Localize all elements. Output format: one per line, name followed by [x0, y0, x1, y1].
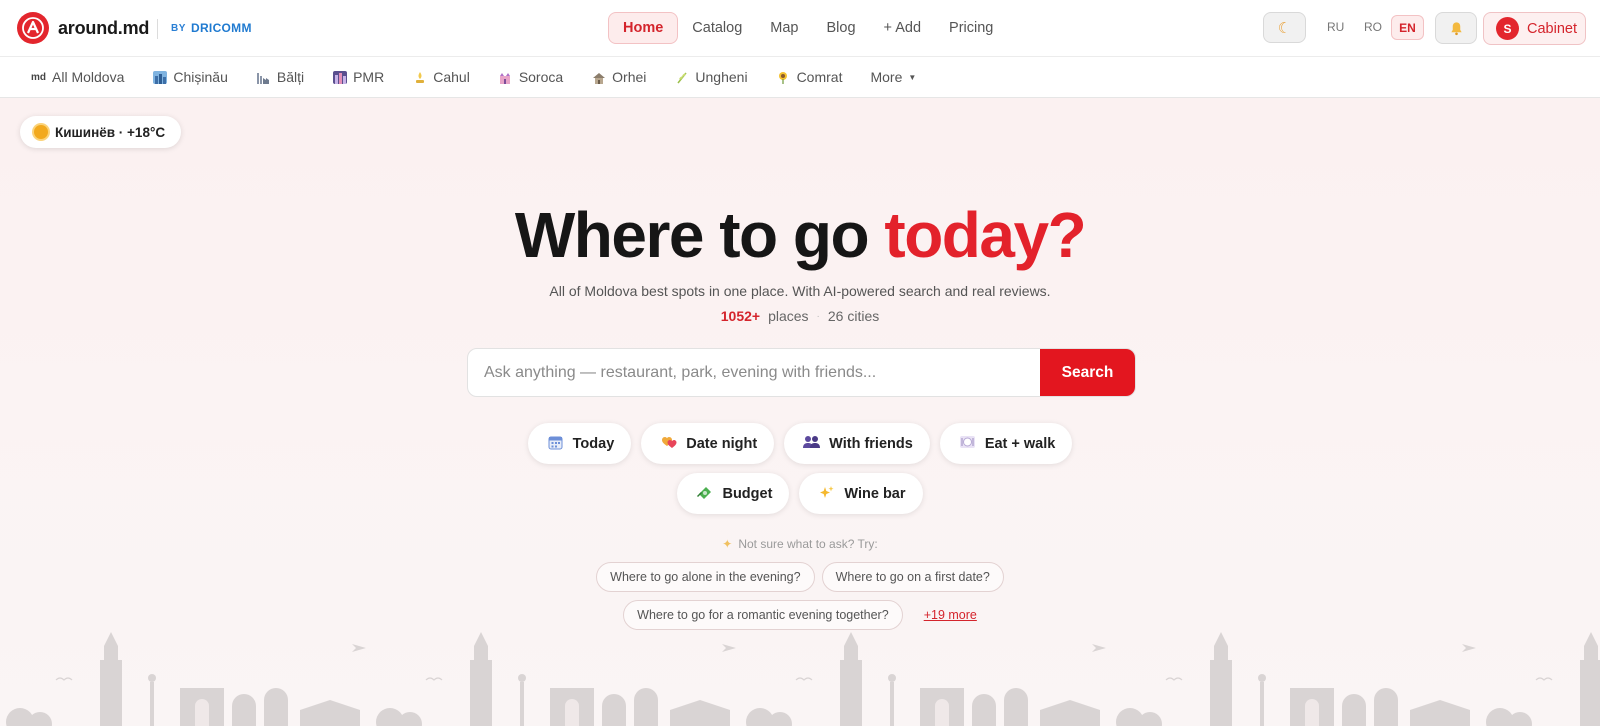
hero-stats: 1052+ places · 26 cities: [0, 308, 1600, 324]
factory-icon: [256, 70, 271, 84]
bell-icon: [1450, 21, 1462, 35]
city-label: Soroca: [518, 69, 564, 85]
hearts-icon: [660, 435, 677, 453]
city-comrat[interactable]: Comrat: [776, 69, 843, 85]
hero-title-main: Where to go: [514, 199, 885, 271]
sunflower-icon: [776, 70, 791, 84]
hero-subtitle: All of Moldova best spots in one place. …: [549, 283, 1051, 299]
more-suggestions-link[interactable]: +19 more: [924, 608, 977, 622]
logo-divider: [157, 19, 158, 39]
nav-pricing[interactable]: Pricing: [935, 12, 1007, 44]
city-chisinau[interactable]: Chișinău: [152, 69, 228, 85]
quick-chips-row-2: Budget Wine bar: [0, 473, 1600, 514]
lang-ru[interactable]: RU: [1327, 20, 1344, 34]
moon-icon: ☾: [1277, 19, 1292, 37]
chip-today[interactable]: Today: [527, 423, 632, 464]
notifications-button[interactable]: [1435, 12, 1477, 44]
city-pmr[interactable]: PMR: [332, 69, 384, 85]
main-nav: Home Catalog Map Blog + Add Pricing: [608, 12, 1007, 44]
cityscape-icon: [152, 70, 167, 84]
chip-label: Budget: [722, 485, 773, 502]
city-label: Orhei: [612, 69, 647, 85]
places-label: places: [768, 308, 809, 324]
top-header: around.md BY DRICOMM Home Catalog Map Bl…: [0, 0, 1600, 57]
sun-icon: [34, 125, 48, 139]
city-label: Comrat: [796, 69, 843, 85]
nav-map[interactable]: Map: [756, 12, 812, 44]
plate-icon: [959, 435, 976, 452]
weather-label: Кишинёв · +18°C: [55, 124, 166, 140]
avatar: S: [1496, 17, 1519, 40]
lang-ro[interactable]: RO: [1364, 20, 1382, 34]
sprout-icon: [674, 70, 689, 84]
nav-catalog[interactable]: Catalog: [678, 12, 756, 44]
suggestions-row-1: Where to go alone in the evening? Where …: [0, 562, 1600, 592]
city-all-moldova[interactable]: MD All Moldova: [31, 69, 124, 85]
md-flag-icon: MD: [31, 71, 46, 83]
quick-chips-row-1: Today Date night With friends Eat + walk: [0, 423, 1600, 464]
city-label: Bălți: [276, 69, 305, 85]
chip-label: With friends: [829, 435, 913, 452]
sparkle-icon: ✦: [722, 537, 733, 551]
nav-home[interactable]: Home: [608, 12, 679, 44]
suggestions-label: Not sure what to ask? Try:: [738, 537, 878, 551]
city-label: All Moldova: [52, 69, 125, 85]
theme-toggle-button[interactable]: ☾: [1263, 12, 1306, 43]
hero-title-accent: today?: [884, 199, 1086, 271]
brand-name[interactable]: around.md: [58, 18, 149, 39]
cities-count: 26 cities: [827, 308, 880, 324]
caret-down-icon: ▼: [908, 72, 917, 82]
nav-blog[interactable]: Blog: [813, 12, 870, 44]
search-button[interactable]: Search: [1040, 349, 1135, 396]
fountain-icon: [412, 70, 427, 84]
chip-label: Today: [572, 435, 615, 452]
city-label: Cahul: [433, 69, 470, 85]
city-bar: MD All Moldova Chișinău Bălți PMR Cahul …: [0, 57, 1600, 98]
suggestion-item[interactable]: Where to go for a romantic evening toget…: [623, 600, 903, 630]
search-box: Search: [467, 348, 1136, 397]
places-count: 1052+: [720, 308, 761, 324]
by-brand-link[interactable]: DRICOMM: [191, 21, 252, 35]
stats-separator: ·: [816, 310, 820, 322]
nav-add[interactable]: + Add: [870, 12, 936, 44]
chip-eat-walk[interactable]: Eat + walk: [939, 423, 1073, 464]
sparkles-icon: [818, 485, 835, 503]
more-label: More: [870, 69, 903, 85]
city-soroca[interactable]: Soroca: [498, 69, 563, 85]
city-label: Chișinău: [173, 69, 228, 85]
cabinet-button[interactable]: S Cabinet: [1483, 12, 1586, 45]
city-ungheni[interactable]: Ungheni: [674, 69, 748, 85]
city-label: PMR: [353, 69, 385, 85]
suggestions-row-2: Where to go for a romantic evening toget…: [0, 600, 1600, 630]
money-icon: [696, 485, 713, 503]
calendar-icon: [547, 435, 564, 453]
chip-label: Eat + walk: [984, 435, 1056, 452]
lang-en[interactable]: EN: [1391, 15, 1424, 40]
city-label: Ungheni: [695, 69, 748, 85]
city-lights-icon: [332, 70, 347, 84]
more-cities-dropdown[interactable]: More ▼: [870, 69, 916, 85]
hero-title: Where to go today?: [0, 198, 1600, 272]
skyline-illustration: [5, 631, 1600, 726]
city-orhei[interactable]: Orhei: [591, 69, 646, 85]
search-input[interactable]: [468, 349, 1040, 396]
chip-with-friends[interactable]: With friends: [784, 423, 930, 464]
chip-budget[interactable]: Budget: [677, 473, 790, 514]
monastery-icon: [591, 70, 606, 84]
weather-chip[interactable]: Кишинёв · +18°C: [20, 116, 182, 148]
cabinet-label: Cabinet: [1527, 20, 1577, 37]
chip-label: Wine bar: [844, 485, 906, 502]
suggestion-item[interactable]: Where to go alone in the evening?: [596, 562, 815, 592]
by-label: BY: [171, 23, 186, 34]
chip-label: Date night: [686, 435, 758, 452]
logo-icon[interactable]: [17, 12, 49, 44]
suggestion-item[interactable]: Where to go on a first date?: [821, 562, 1004, 592]
suggestions-label-row: ✦ Not sure what to ask? Try:: [0, 537, 1600, 551]
city-cahul[interactable]: Cahul: [412, 69, 470, 85]
city-balti[interactable]: Bălți: [256, 69, 304, 85]
people-icon: [803, 435, 821, 452]
chip-date-night[interactable]: Date night: [641, 423, 775, 464]
castle-icon: [498, 70, 513, 84]
chip-wine-bar[interactable]: Wine bar: [799, 473, 923, 514]
